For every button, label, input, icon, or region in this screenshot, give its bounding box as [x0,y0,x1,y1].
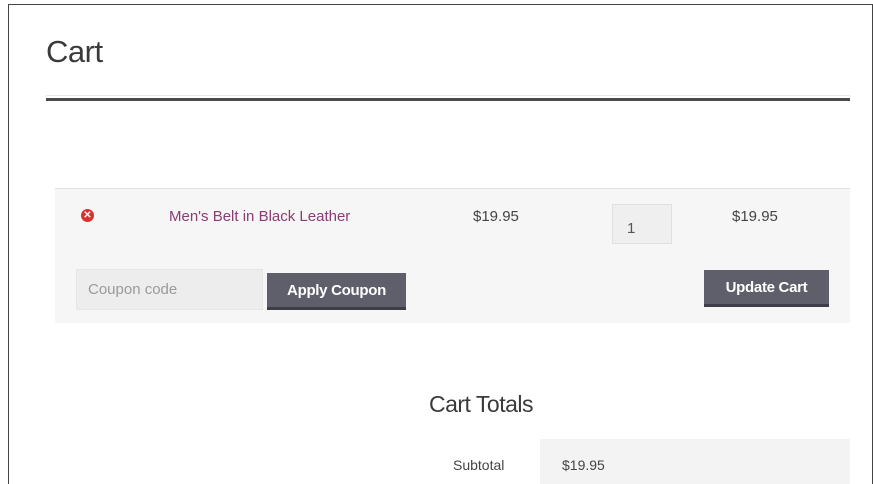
title-divider-thin [46,95,850,96]
subtotal-value: $19.95 [562,457,605,473]
update-cart-button[interactable]: Update Cart [704,270,829,307]
cart-table: ✕ Men's Belt in Black Leather $19.95 $19… [55,188,850,323]
cart-item-row: ✕ Men's Belt in Black Leather $19.95 $19… [55,189,850,256]
product-price: $19.95 [473,208,519,225]
remove-item-icon[interactable]: ✕ [81,209,94,222]
subtotal-label: Subtotal [453,457,505,473]
quantity-input[interactable] [612,204,672,244]
cart-totals-title: Cart Totals [429,391,534,417]
title-divider [46,98,850,101]
product-name-link[interactable]: Men's Belt in Black Leather [169,208,350,225]
cart-actions-row: Apply Coupon Update Cart [55,256,850,323]
coupon-code-input[interactable] [76,269,263,310]
apply-coupon-button[interactable]: Apply Coupon [267,273,406,310]
page-title: Cart [46,34,103,69]
line-total: $19.95 [732,208,778,225]
